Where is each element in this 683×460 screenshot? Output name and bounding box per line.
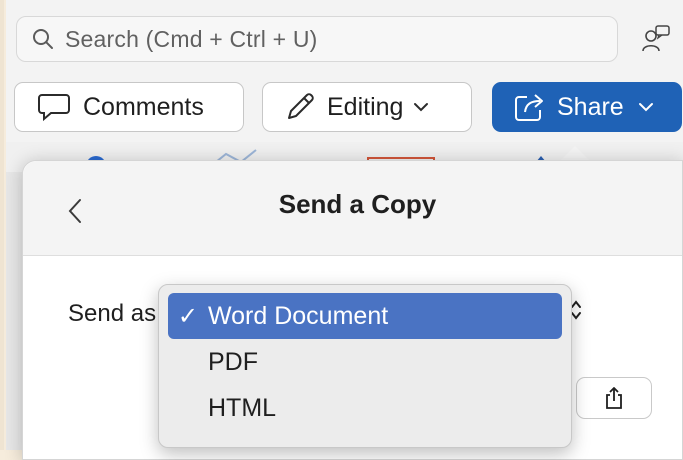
panel-header: Send a Copy [23,161,682,256]
comment-icon [38,94,70,122]
search-box[interactable]: Search (Cmd + Ctrl + U) [16,16,618,62]
comments-label: Comments [83,92,204,121]
share-button[interactable]: Share [492,82,682,132]
menu-item-label: Word Document [208,301,389,330]
chevron-down-icon [414,103,429,112]
share-label: Share [557,92,624,121]
checkmark-icon: ✓ [177,302,198,330]
panel-title: Send a Copy [278,189,437,219]
share-export-icon [606,387,622,409]
title-bar: Search (Cmd + Ctrl + U) [6,0,683,78]
people-icon[interactable] [641,24,671,54]
editing-label: Editing [327,92,404,121]
menu-item-html[interactable]: HTML [168,385,562,431]
send-as-label: Send as [68,300,157,327]
search-input[interactable]: Search (Cmd + Ctrl + U) [65,26,318,53]
menu-item-label: PDF [208,347,258,376]
share-icon [515,94,543,121]
menu-item-word-document[interactable]: ✓ Word Document [168,293,562,339]
editing-button[interactable]: Editing [262,82,472,132]
menu-item-pdf[interactable]: PDF [168,339,562,385]
chevron-down-icon [638,103,653,112]
search-icon [33,29,53,49]
format-dropdown-menu: ✓ Word Document PDF HTML [158,284,572,448]
ribbon-button-row: Comments Editing Share [6,78,683,142]
menu-item-label: HTML [208,393,277,422]
pencil-icon [288,93,314,119]
export-button[interactable] [576,377,652,419]
comments-button[interactable]: Comments [14,82,244,132]
